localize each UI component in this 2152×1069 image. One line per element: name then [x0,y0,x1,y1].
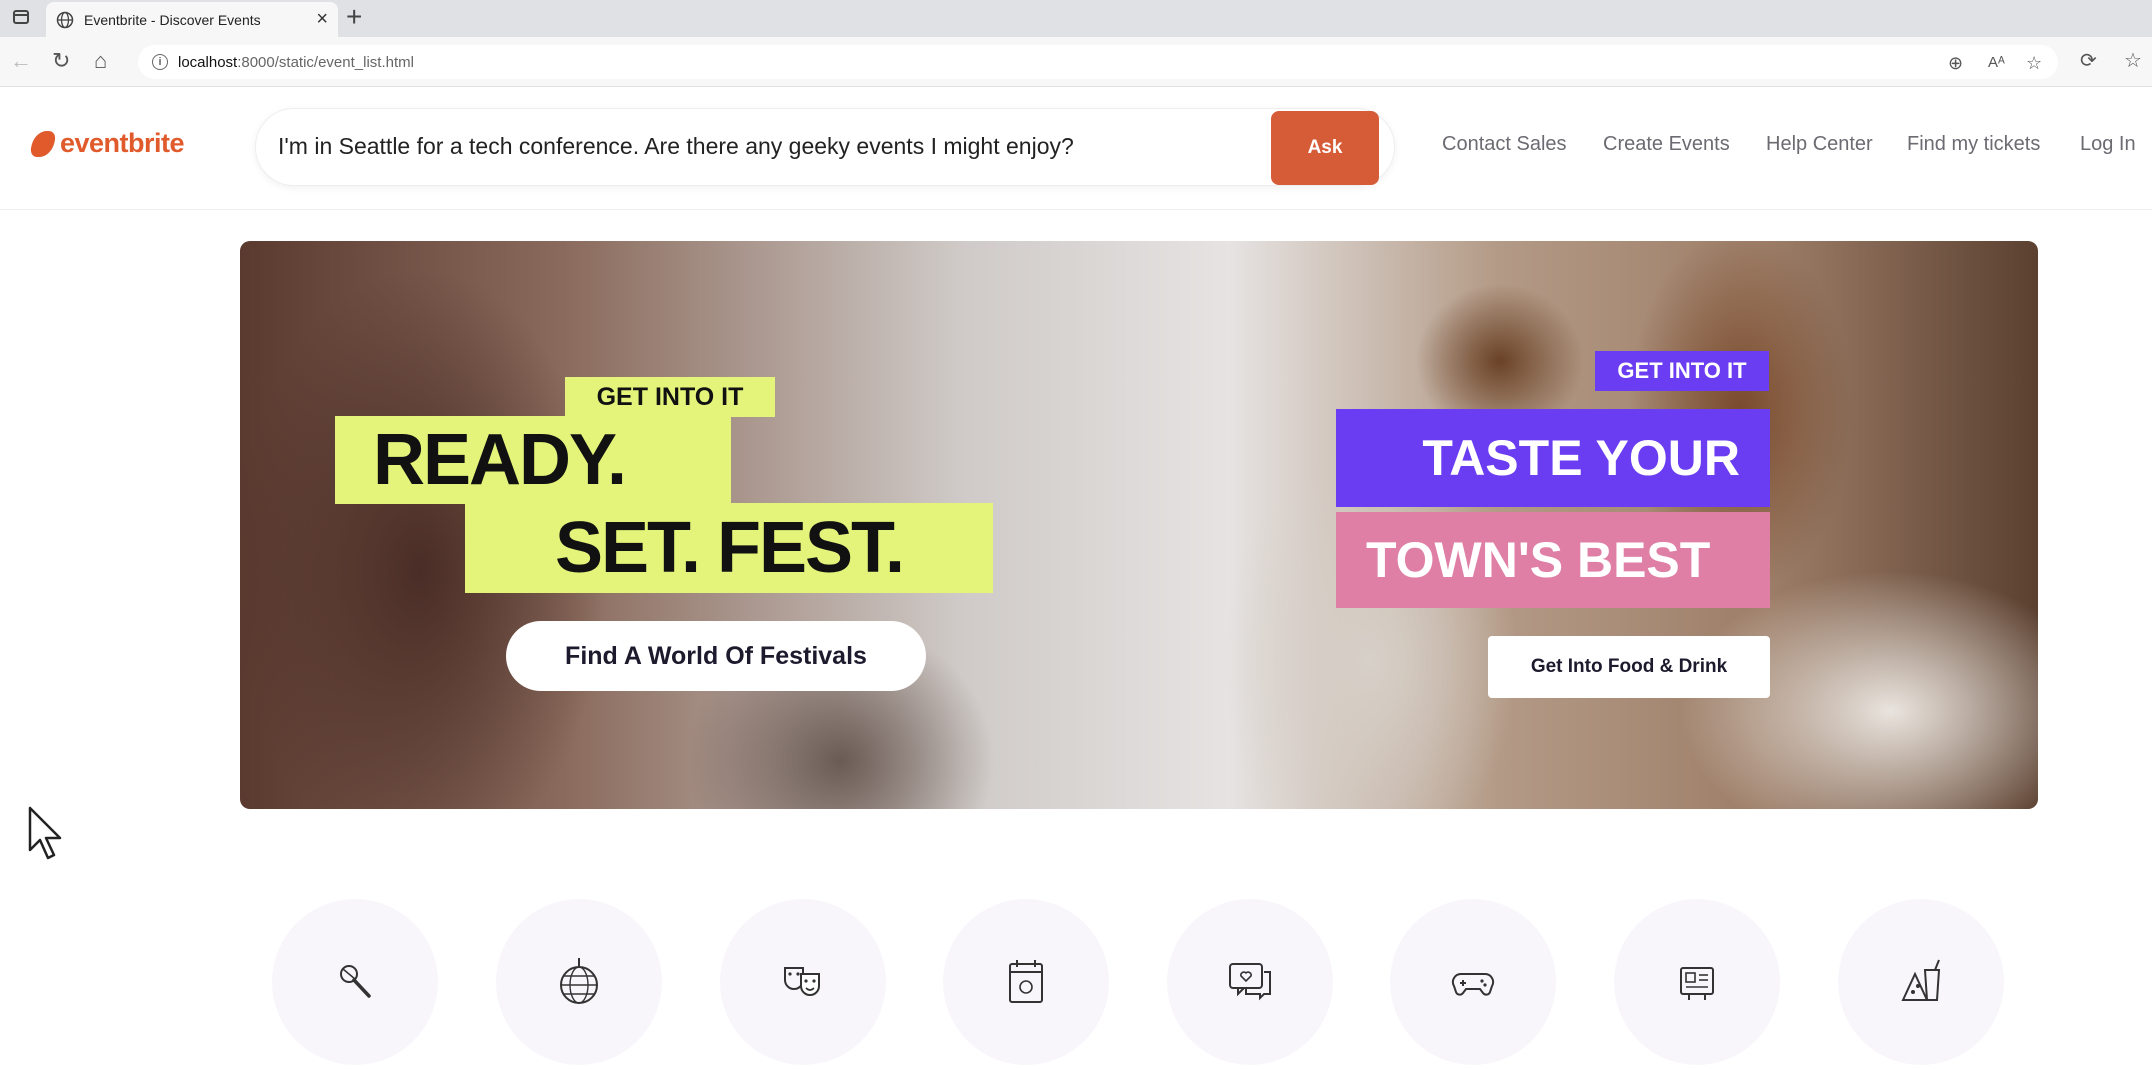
favorites-icon[interactable]: ☆ [2124,49,2142,73]
extensions-icon[interactable]: ⟳ [2080,49,2097,73]
logo-text: eventbrite [60,128,185,158]
search-bar[interactable]: I'm in Seattle for a tech conference. Ar… [255,108,1395,186]
site-header: eventbrite I'm in Seattle for a tech con… [0,88,2152,210]
site-info-icon[interactable]: i [152,54,168,70]
hero-tag-right: GET INTO IT [1595,351,1769,391]
category-business[interactable] [1614,899,1780,1065]
hero-headline-town: TOWN'S BEST [1336,512,1770,608]
category-food-drink[interactable] [1838,899,2004,1065]
globe-icon [56,11,74,28]
hero-headline-taste: TASTE YOUR [1336,409,1770,507]
read-aloud-icon[interactable]: Aᴬ [1988,54,2005,71]
microphone-icon [340,965,371,998]
category-music[interactable] [272,899,438,1065]
food-drink-icon [1901,959,1941,1001]
new-tab-icon[interactable]: + [346,0,362,34]
hero-headline-set-fest: SET. FEST. [465,503,993,593]
mouse-cursor-icon [28,806,62,860]
address-bar-row: ← ↻ ⌂ i localhost:8000/static/event_list… [0,37,2152,87]
category-performing-arts[interactable] [720,899,886,1065]
disco-ball-icon [560,958,598,1004]
ask-button[interactable]: Ask [1271,111,1379,185]
nav-find-my-tickets[interactable]: Find my tickets [1907,133,2040,156]
close-tab-icon[interactable]: × [316,8,328,31]
category-hobbies[interactable] [1390,899,1556,1065]
food-drink-button[interactable]: Get Into Food & Drink [1488,636,1770,698]
zoom-icon[interactable]: ⊕ [1948,53,1963,74]
category-dating[interactable] [1167,899,1333,1065]
url-path: :8000/static/event_list.html [237,53,414,71]
back-icon[interactable]: ← [10,49,32,73]
nav-log-in[interactable]: Log In [2080,133,2136,156]
business-icon [1680,967,1714,1000]
find-festivals-button[interactable]: Find A World Of Festivals [506,621,926,691]
hero-headline-ready: READY. [335,416,731,504]
tab-actions-icon[interactable] [13,10,29,24]
home-icon[interactable]: ⌂ [94,49,107,73]
chat-heart-icon [1229,963,1271,1001]
search-input[interactable]: I'm in Seattle for a tech conference. Ar… [278,133,1074,160]
calendar-icon [1009,960,1043,1003]
nav-contact-sales[interactable]: Contact Sales [1442,133,1567,156]
browser-tab[interactable]: Eventbrite - Discover Events × [46,2,338,37]
theater-masks-icon [784,967,820,996]
gamepad-icon [1451,972,1495,996]
category-nightlife[interactable] [496,899,662,1065]
hero-banner[interactable]: READY. SET. FEST. GET INTO IT Find A Wor… [240,241,2038,809]
browser-tab-bar: Eventbrite - Discover Events × + [0,0,2152,37]
favorite-star-icon[interactable]: ☆ [2026,53,2042,74]
logo-mark-icon [30,129,56,159]
tab-title: Eventbrite - Discover Events [84,11,261,28]
nav-help-center[interactable]: Help Center [1766,133,1873,156]
url-field[interactable]: i localhost:8000/static/event_list.html … [138,45,2058,79]
nav-create-events[interactable]: Create Events [1603,133,1730,156]
hero-tag-left: GET INTO IT [565,377,775,417]
reload-icon[interactable]: ↻ [52,49,70,73]
category-holidays[interactable] [943,899,1109,1065]
eventbrite-logo[interactable]: eventbrite [30,128,185,159]
url-host: localhost [178,53,238,71]
